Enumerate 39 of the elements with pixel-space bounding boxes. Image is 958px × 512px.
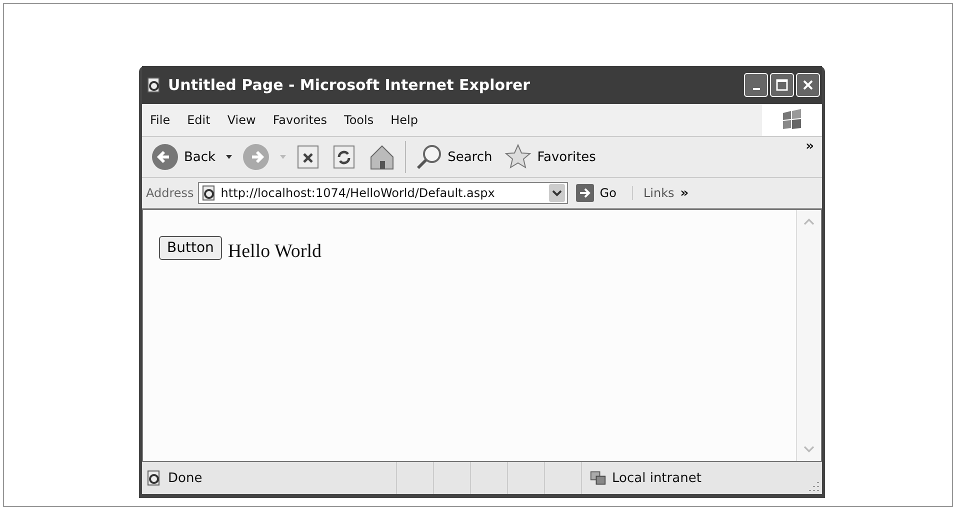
address-label: Address [146, 186, 194, 200]
search-button[interactable]: Search [412, 143, 496, 171]
menu-item[interactable]: Edit [187, 113, 210, 127]
go-button[interactable]: Go [572, 184, 628, 202]
computer-icon [590, 470, 606, 486]
resize-grip-icon[interactable] [808, 480, 820, 492]
links-label[interactable]: Links [632, 186, 674, 200]
page-icon [200, 185, 217, 201]
menu-item[interactable]: Favorites [272, 113, 328, 127]
dropdown-icon[interactable] [548, 184, 565, 202]
page-button[interactable]: Button [159, 236, 222, 260]
flag-icon [780, 108, 804, 132]
menu-item[interactable]: View [227, 113, 256, 127]
minimize-button[interactable] [744, 73, 768, 97]
page-icon [146, 470, 162, 486]
maximize-button[interactable] [770, 73, 794, 97]
address-field[interactable]: http://localhost:1074/HelloWorld/Default.aspx [198, 182, 568, 204]
back-button[interactable]: Back [148, 143, 219, 171]
toolbar-overflow[interactable]: » [804, 137, 816, 156]
search-icon [414, 143, 443, 171]
maximize-icon [775, 78, 789, 92]
star-icon [504, 143, 532, 171]
menu-item[interactable]: File [150, 113, 170, 127]
links-overflow[interactable]: » [678, 184, 691, 202]
refresh-icon [332, 144, 356, 170]
status-text: Done [168, 470, 202, 486]
menu-item[interactable]: Help [390, 113, 418, 127]
menu-item[interactable]: Tools [344, 113, 374, 127]
stop-page-icon [296, 144, 320, 170]
zone-text: Local intranet [612, 470, 702, 486]
close-icon [801, 78, 815, 92]
minimize-icon [752, 88, 760, 90]
favorites-button[interactable]: Favorites [501, 143, 599, 171]
page-icon [146, 77, 162, 93]
caret-icon[interactable] [224, 153, 233, 161]
close-button[interactable] [796, 73, 820, 97]
window-title: Untitled Page - Microsoft Internet Explorer [168, 76, 532, 94]
page-text: Hello World [228, 241, 322, 263]
house-icon [368, 143, 396, 171]
